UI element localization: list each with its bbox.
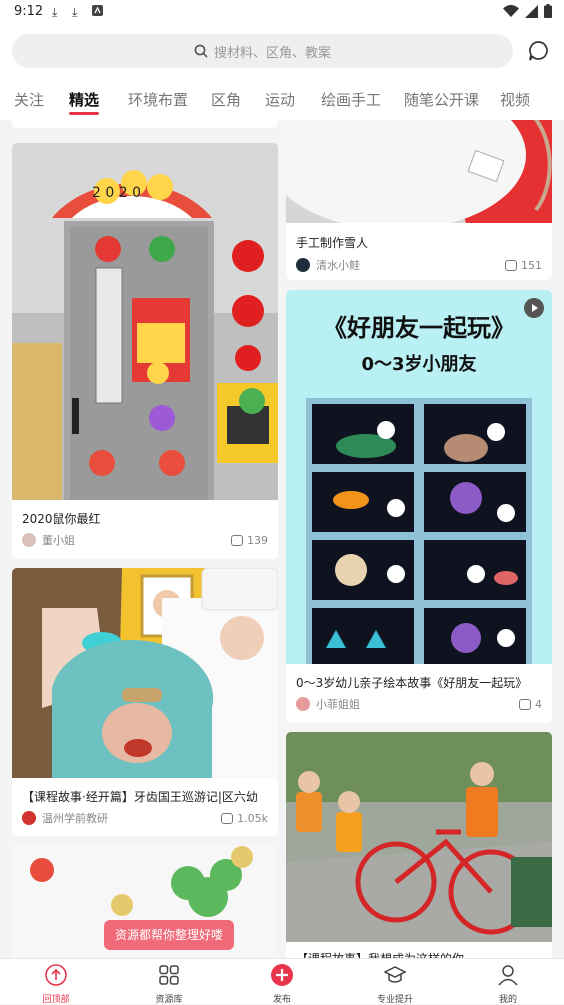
app-notification-icon	[92, 5, 104, 19]
graduation-cap-icon	[383, 966, 407, 983]
tab-featured[interactable]: 精选	[69, 89, 100, 115]
person-icon	[498, 965, 518, 986]
message-icon[interactable]	[528, 40, 550, 62]
tab-video[interactable]: 视频	[500, 89, 530, 110]
card-meta: 小菲姐姐 4	[296, 696, 542, 712]
toast-message: 资源都帮你整理好喽	[104, 920, 234, 950]
comment-count: 151	[521, 258, 542, 272]
author-name: 董小姐	[42, 534, 75, 547]
header: 搜材料、区角、教案	[0, 28, 564, 80]
wifi-icon	[503, 4, 519, 17]
nav-label: 回顶部	[42, 995, 70, 1005]
tab-essay-open-class[interactable]: 随笔公开课	[404, 89, 479, 110]
svg-text:2 0 2 0: 2 0 2 0	[92, 185, 141, 201]
card-title: 2020鼠你最红	[22, 512, 101, 526]
tab-follow[interactable]: 关注	[14, 89, 44, 110]
card-title: 0～3岁幼儿亲子绘本故事《好朋友一起玩》	[296, 676, 528, 690]
card-meta: 董小姐 139	[22, 532, 268, 548]
content-feed: 2 0 2 0 2020鼠你最红 董小姐 139 【课程故事·经开篇】牙齿国王巡…	[0, 120, 564, 958]
status-time: 9:12	[14, 4, 44, 19]
battery-icon	[544, 4, 552, 18]
category-tabs: 关注 精选 环境布置 区角 运动 绘画手工 随笔公开课 视频	[0, 80, 564, 120]
card-meta: 清水小鲑 151	[296, 257, 542, 273]
nav-professional[interactable]: 专业提升	[355, 962, 435, 1005]
plus-icon	[271, 964, 293, 986]
grid-icon	[159, 965, 179, 985]
feed-card[interactable]: 【课程故事】我想成为这样的你	[286, 732, 552, 958]
bottom-nav: 回顶部 资源库 发布 专业提升 我的	[0, 958, 564, 1005]
nav-resource-library[interactable]: 资源库	[129, 962, 209, 1005]
tab-environment[interactable]: 环境布置	[128, 89, 188, 110]
card-title: 手工制作雪人	[296, 236, 369, 250]
card-title: 【课程故事】我想成为这样的你	[296, 950, 542, 958]
download-icon: ⤓	[52, 5, 58, 19]
card-meta: 温州学前教研 1.05k	[22, 810, 268, 826]
video-play-icon[interactable]	[524, 298, 544, 318]
card-image	[286, 120, 552, 223]
card-title: 【课程故事·经开篇】牙齿国王巡游记|区六幼	[22, 790, 258, 804]
author-name: 清水小鲑	[316, 259, 360, 272]
signal-icon	[525, 4, 538, 18]
comment-icon	[221, 812, 234, 824]
up-arrow-icon	[45, 964, 67, 986]
comment-count: 4	[535, 697, 542, 711]
avatar	[22, 811, 36, 825]
storybook-illustration	[306, 398, 532, 664]
card-image	[286, 732, 552, 942]
card-image: 《好朋友一起玩》 0～3岁小朋友	[286, 290, 552, 664]
tab-sports[interactable]: 运动	[265, 89, 295, 110]
author-name: 温州学前教研	[42, 812, 108, 825]
feed-card-partial[interactable]	[12, 120, 278, 128]
search-icon	[194, 44, 208, 58]
nav-back-to-top[interactable]: 回顶部	[16, 962, 96, 1005]
feed-card[interactable]: 【课程故事·经开篇】牙齿国王巡游记|区六幼 温州学前教研 1.05k	[12, 568, 278, 836]
feed-card[interactable]: 《好朋友一起玩》 0～3岁小朋友 0～3岁幼儿亲子绘本故事《好朋友一起玩》 小菲…	[286, 290, 552, 723]
tab-painting-craft[interactable]: 绘画手工	[321, 89, 381, 110]
avatar	[296, 258, 310, 272]
download-icon: ⤓	[72, 5, 78, 19]
nav-publish[interactable]: 发布	[242, 962, 322, 1005]
status-bar: 9:12 ⤓ ⤓	[0, 0, 564, 28]
poster-subtitle: 0～3岁小朋友	[361, 354, 477, 375]
comment-icon	[505, 259, 517, 271]
nav-label: 发布	[272, 995, 291, 1005]
tab-corner[interactable]: 区角	[211, 89, 241, 110]
search-bar[interactable]: 搜材料、区角、教案	[12, 34, 513, 68]
search-placeholder: 搜材料、区角、教案	[213, 45, 331, 61]
avatar	[296, 697, 310, 711]
nav-label: 资源库	[155, 995, 183, 1005]
feed-card[interactable]: 2 0 2 0 2020鼠你最红 董小姐 139	[12, 143, 278, 559]
nav-label: 我的	[498, 995, 517, 1005]
comment-count: 139	[247, 533, 268, 547]
comment-icon	[231, 534, 243, 546]
feed-card[interactable]: 手工制作雪人 清水小鲑 151	[286, 120, 552, 280]
card-image: 2 0 2 0	[12, 143, 278, 500]
nav-label: 专业提升	[376, 995, 413, 1005]
comment-count: 1.05k	[237, 811, 268, 825]
nav-mine[interactable]: 我的	[468, 962, 548, 1005]
card-image	[12, 568, 278, 778]
poster-title: 《好朋友一起玩》	[323, 314, 515, 342]
avatar	[22, 533, 36, 547]
author-name: 小菲姐姐	[316, 698, 360, 711]
comment-icon	[519, 698, 531, 710]
